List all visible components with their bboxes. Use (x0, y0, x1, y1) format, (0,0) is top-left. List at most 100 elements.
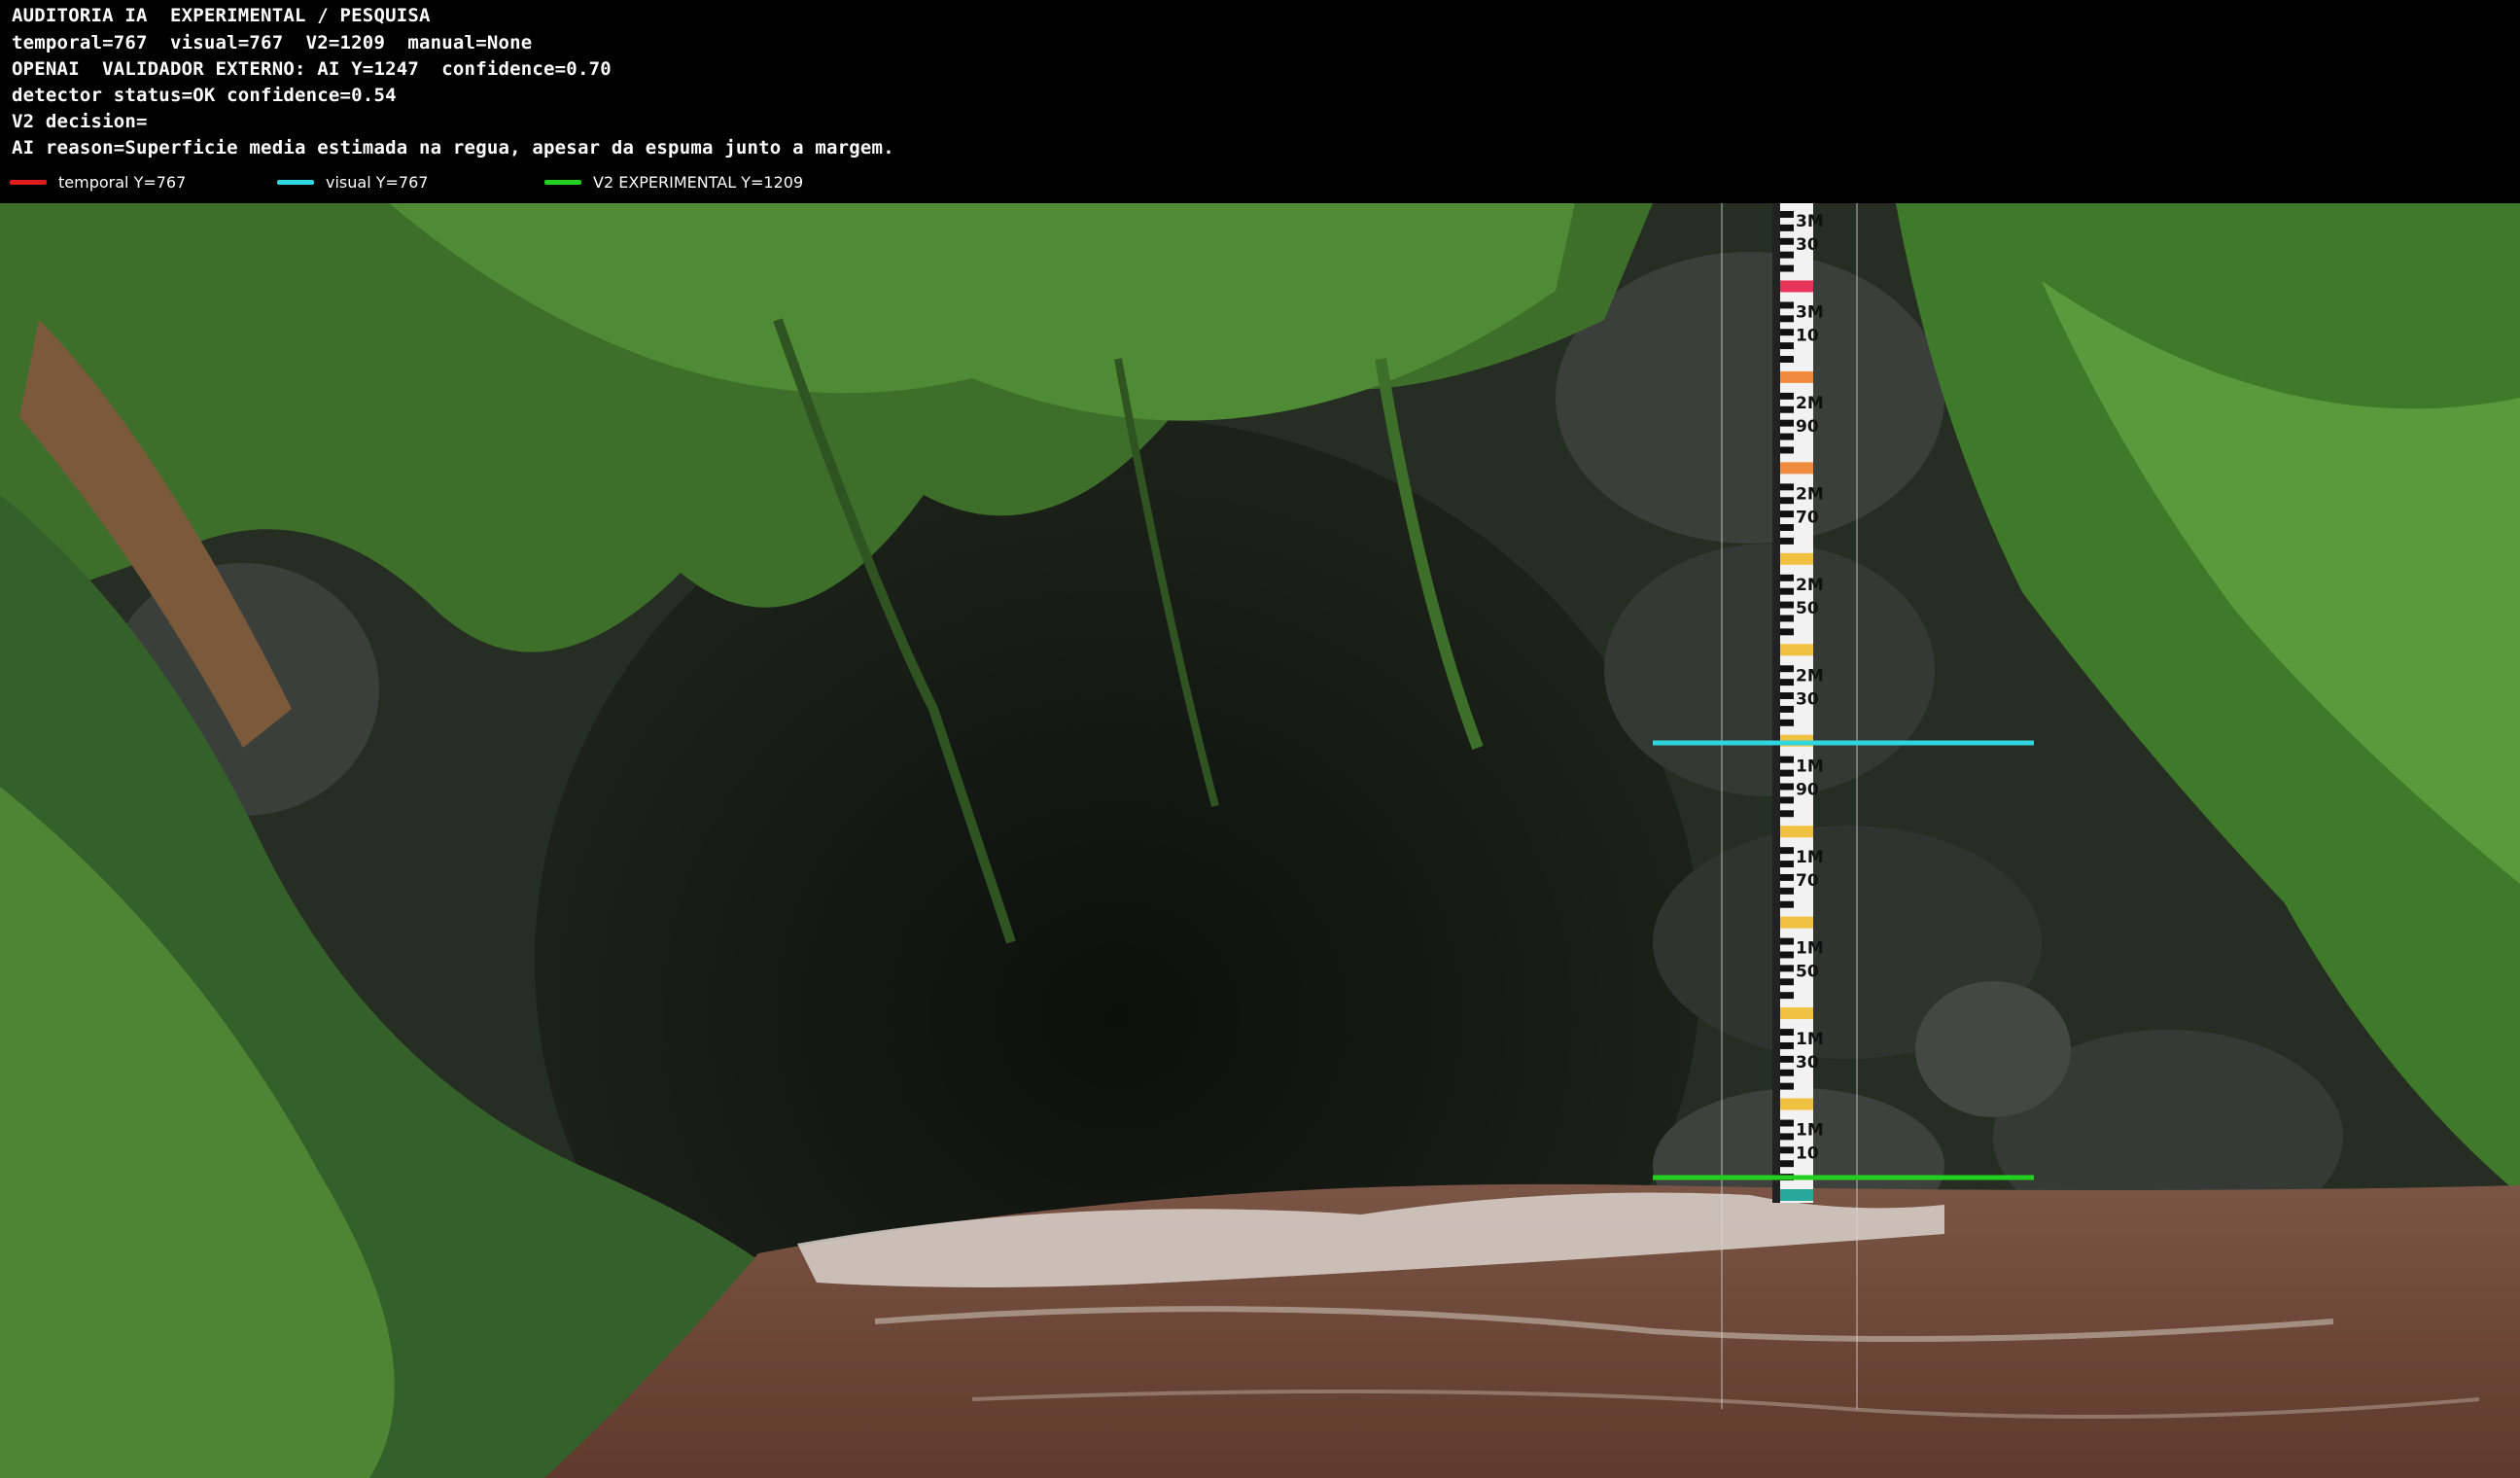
gauge-tick-bar (1780, 224, 1794, 231)
gauge-tick-bar (1780, 264, 1794, 272)
gauge-tick-bar (1780, 1055, 1794, 1063)
gauge-meter-label: 1M (1796, 939, 1824, 959)
gauge-color-marker (1780, 644, 1813, 656)
gauge-tick-bar (1780, 861, 1794, 868)
gauge-cm-label: 50 (1796, 963, 1819, 982)
gauge-tick-bar (1780, 692, 1794, 699)
gauge-tick-bar (1780, 679, 1794, 686)
gauge-tick-bar (1780, 1069, 1794, 1076)
gauge-tick-bar (1780, 796, 1794, 804)
gauge-meter-label: 1M (1796, 1121, 1824, 1141)
gauge-meter-label: 2M (1796, 484, 1824, 504)
gauge-tick-bar (1780, 446, 1794, 454)
gauge-cm-label: 10 (1796, 1144, 1819, 1164)
gauge-tick-bar (1780, 810, 1794, 818)
gauge-cm-label: 90 (1796, 781, 1819, 800)
gauge-tick-bar (1780, 392, 1794, 400)
legend-visual: visual Y=767 (277, 171, 428, 193)
gauge-edge (1772, 203, 1780, 1203)
gauge-tick-bar (1780, 783, 1794, 791)
legend-v2-label: V2 EXPERIMENTAL Y=1209 (593, 172, 804, 192)
gauge-meter-label: 1M (1796, 848, 1824, 867)
gauge-tick-bar (1780, 483, 1794, 491)
gauge-tick-bar (1780, 665, 1794, 673)
gauge-tick-bar (1780, 1041, 1794, 1049)
gauge-tick-bar (1780, 356, 1794, 363)
gauge-meter-label: 1M (1796, 1030, 1824, 1049)
gauge-tick-bar (1780, 1160, 1794, 1168)
gauge-color-marker (1780, 1098, 1813, 1110)
gauge-tick-bar (1780, 237, 1794, 245)
gauge-tick-bar (1780, 847, 1794, 855)
gauge-tick-bar (1780, 497, 1794, 505)
camera-frame: 3M 30 3M 10 2M 90 2M 70 2M 50 2M 30 1M 90 1M 70 1M 50 1M 30… (0, 203, 2520, 1478)
legend-v2: V2 EXPERIMENTAL Y=1209 (544, 171, 803, 193)
gauge-tick-bar (1780, 574, 1794, 581)
gauge-cm-label: 30 (1796, 235, 1819, 255)
legend-temporal-swatch (10, 179, 47, 185)
gauge-tick-bar (1780, 937, 1794, 945)
gauge-tick-bar (1780, 769, 1794, 777)
gauge-tick-bar (1780, 756, 1794, 763)
gauge-color-marker (1780, 916, 1813, 929)
gauge-tick-bar (1780, 342, 1794, 350)
gauge-tick-bar (1780, 873, 1794, 881)
gauge-meter-label: 3M (1796, 302, 1824, 322)
gauge-meter-label: 3M (1796, 212, 1824, 231)
gauge-tick-bar (1780, 1029, 1794, 1037)
gauge-cm-label: 90 (1796, 417, 1819, 437)
gauge-meter-label: 1M (1796, 757, 1824, 777)
gauge-tick-bar (1780, 510, 1794, 518)
gauge-tick-bar (1780, 315, 1794, 323)
gauge-cm-label: 30 (1796, 689, 1819, 709)
gauge-tick-bar (1780, 1133, 1794, 1141)
gauge-color-marker (1780, 280, 1813, 293)
gauge-tick-bar (1780, 419, 1794, 427)
gauge-color-marker (1780, 462, 1813, 475)
gauge-tick-bar (1780, 1082, 1794, 1090)
gauge-meter-label: 2M (1796, 394, 1824, 413)
hud-ai-reason: AI reason=Superficie media estimada na r… (12, 137, 894, 158)
gauge-color-marker (1780, 370, 1813, 383)
gauge-tick-bar (1780, 965, 1794, 972)
gauge-cm-label: 10 (1796, 326, 1819, 345)
gauge-meter-label: 2M (1796, 666, 1824, 686)
gauge-tick-bar (1780, 211, 1794, 218)
gauge-tick-bar (1780, 405, 1794, 413)
hud-v2-decision: V2 decision= (12, 111, 148, 132)
legend-temporal-label: temporal Y=767 (58, 172, 187, 192)
gauge-color-marker (1780, 1007, 1813, 1020)
legend-v2-swatch (544, 179, 581, 185)
gauge-tick-bar (1780, 1119, 1794, 1127)
gauge-tick-bar (1780, 951, 1794, 959)
legend-visual-label: visual Y=767 (326, 172, 429, 192)
gauge-tick-bar (1780, 1146, 1794, 1154)
gauge-tick-bar (1780, 329, 1794, 336)
gauge-color-marker (1780, 1189, 1813, 1201)
legend-visual-swatch (277, 179, 314, 185)
gauge-tick-bar (1780, 705, 1794, 713)
gauge-cm-label: 70 (1796, 508, 1819, 527)
audit-info-panel: AUDITORIA IA EXPERIMENTAL / PESQUISA tem… (0, 0, 2520, 203)
gauge-tick-bar (1780, 524, 1794, 531)
gauge-tick-bar (1780, 719, 1794, 726)
hud-title: AUDITORIA IA EXPERIMENTAL / PESQUISA (12, 5, 431, 26)
legend-temporal: temporal Y=767 (10, 171, 186, 193)
gauge-meter-label: 2M (1796, 576, 1824, 595)
gauge-color-marker (1780, 826, 1813, 838)
gauge-tick-bar (1780, 615, 1794, 622)
gauge-tick-bar (1780, 587, 1794, 595)
gauge-cm-label: 50 (1796, 599, 1819, 618)
gauge-tick-bar (1780, 887, 1794, 895)
gauge-tick-bar (1780, 301, 1794, 309)
hud-detector-status: detector status=OK confidence=0.54 (12, 85, 397, 106)
gauge-tick-bar (1780, 251, 1794, 259)
gauge-tick-bar (1780, 978, 1794, 986)
river-scene-image: 3M 30 3M 10 2M 90 2M 70 2M 50 2M 30 1M 90 1M 70 1M 50 1M 30… (0, 203, 2520, 1478)
gauge-tick-bar (1780, 537, 1794, 545)
gauge-tick-bar (1780, 900, 1794, 908)
gauge-tick-bar (1780, 992, 1794, 1000)
gauge-tick-bar (1780, 628, 1794, 636)
gauge-tick-bar (1780, 433, 1794, 440)
hud-external-validator: OPENAI VALIDADOR EXTERNO: AI Y=1247 conf… (12, 58, 612, 80)
